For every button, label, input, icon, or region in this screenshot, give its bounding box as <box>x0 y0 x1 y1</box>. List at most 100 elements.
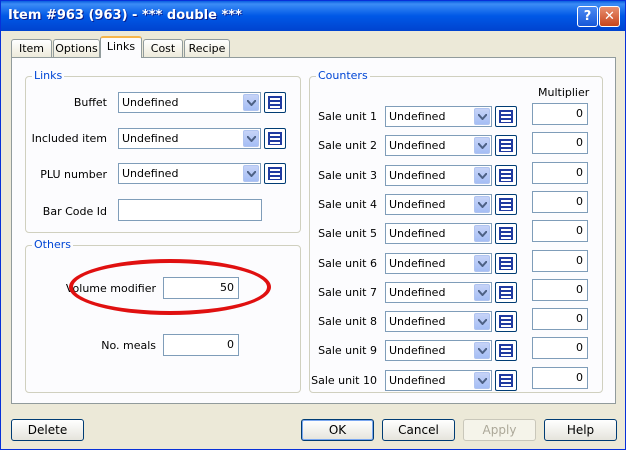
plu-number-list-button[interactable] <box>264 163 286 184</box>
tab-cost[interactable]: Cost <box>143 39 183 58</box>
chevron-down-icon[interactable] <box>474 137 490 154</box>
buffet-label: Buffet <box>73 96 107 109</box>
multiplier-input[interactable]: 0 <box>532 308 588 330</box>
sale-unit-label: Sale unit 3 <box>318 169 377 182</box>
title-bar[interactable]: Item #963 (963) - *** double *** ? ✕ <box>1 1 625 31</box>
list-icon <box>499 286 513 299</box>
tab-options[interactable]: Options <box>53 39 100 58</box>
sale-unit-list-button[interactable] <box>495 370 517 391</box>
buffet-combo[interactable]: Undefined <box>118 92 261 113</box>
tab-item[interactable]: Item <box>11 39 52 58</box>
plu-number-combo-value: Undefined <box>122 167 179 180</box>
sale-unit-list-button[interactable] <box>495 282 517 303</box>
included-item-list-button[interactable] <box>264 128 286 149</box>
included-item-combo-value: Undefined <box>122 132 179 145</box>
list-icon <box>499 374 513 387</box>
chevron-down-icon[interactable] <box>474 196 490 213</box>
sale-unit-label: Sale unit 6 <box>318 257 377 270</box>
chevron-down-icon[interactable] <box>474 313 490 330</box>
sale-unit-combo[interactable]: Undefined <box>385 194 492 215</box>
sale-unit-combo-value: Undefined <box>389 257 446 270</box>
tab-recipe[interactable]: Recipe <box>184 39 230 58</box>
chevron-down-icon[interactable] <box>474 225 490 242</box>
sale-unit-label: Sale unit 1 <box>318 110 377 123</box>
sale-unit-combo[interactable]: Undefined <box>385 340 492 361</box>
sale-unit-combo[interactable]: Undefined <box>385 253 492 274</box>
list-icon <box>499 169 513 182</box>
list-icon <box>499 110 513 123</box>
ok-button[interactable]: OK <box>301 419 374 441</box>
included-item-combo[interactable]: Undefined <box>118 128 261 149</box>
sale-unit-combo-value: Undefined <box>389 344 446 357</box>
chevron-down-icon[interactable] <box>243 94 259 111</box>
chevron-down-icon[interactable] <box>474 284 490 301</box>
list-icon <box>499 139 513 152</box>
sale-unit-combo-value: Undefined <box>389 315 446 328</box>
list-icon <box>499 227 513 240</box>
multiplier-input[interactable]: 0 <box>532 103 588 125</box>
list-icon <box>268 96 282 109</box>
sale-unit-combo-value: Undefined <box>389 286 446 299</box>
multiplier-input[interactable]: 0 <box>532 132 588 154</box>
counters-group-title: Counters <box>316 69 370 82</box>
sale-unit-combo[interactable]: Undefined <box>385 135 492 156</box>
sale-unit-list-button[interactable] <box>495 135 517 156</box>
chevron-down-icon[interactable] <box>474 255 490 272</box>
sale-unit-list-button[interactable] <box>495 253 517 274</box>
list-icon <box>499 257 513 270</box>
chevron-down-icon[interactable] <box>474 167 490 184</box>
no-meals-label: No. meals <box>101 339 156 352</box>
multiplier-input[interactable]: 0 <box>532 191 588 213</box>
sale-unit-list-button[interactable] <box>495 340 517 361</box>
sale-unit-combo[interactable]: Undefined <box>385 370 492 391</box>
list-icon <box>499 198 513 211</box>
no-meals-input[interactable]: 0 <box>163 334 239 356</box>
included-item-label: Included item <box>31 132 107 145</box>
list-icon <box>499 344 513 357</box>
cancel-button[interactable]: Cancel <box>382 419 455 441</box>
item-dialog-window: Item #963 (963) - *** double *** ? ✕ Ite… <box>0 0 626 450</box>
multiplier-input[interactable]: 0 <box>532 250 588 272</box>
sale-unit-list-button[interactable] <box>495 311 517 332</box>
sale-unit-list-button[interactable] <box>495 194 517 215</box>
sale-unit-combo[interactable]: Undefined <box>385 282 492 303</box>
multiplier-input[interactable]: 0 <box>532 279 588 301</box>
others-group-title: Others <box>32 238 73 251</box>
sale-unit-combo[interactable]: Undefined <box>385 165 492 186</box>
sale-unit-combo-value: Undefined <box>389 227 446 240</box>
delete-button[interactable]: Delete <box>11 419 84 441</box>
apply-button: Apply <box>463 419 536 441</box>
sale-unit-label: Sale unit 2 <box>318 139 377 152</box>
titlebar-help-button[interactable]: ? <box>577 6 598 27</box>
sale-unit-list-button[interactable] <box>495 223 517 244</box>
sale-unit-combo-value: Undefined <box>389 169 446 182</box>
multiplier-input[interactable]: 0 <box>532 220 588 242</box>
red-highlight-ellipse <box>69 259 271 315</box>
list-icon <box>499 315 513 328</box>
sale-unit-combo[interactable]: Undefined <box>385 311 492 332</box>
sale-unit-list-button[interactable] <box>495 106 517 127</box>
multiplier-input[interactable]: 0 <box>532 367 588 389</box>
titlebar-close-button[interactable]: ✕ <box>599 6 620 27</box>
tab-links[interactable]: Links <box>100 36 142 58</box>
sale-unit-combo[interactable]: Undefined <box>385 106 492 127</box>
chevron-down-icon[interactable] <box>474 108 490 125</box>
chevron-down-icon[interactable] <box>243 165 259 182</box>
multiplier-input[interactable]: 0 <box>532 337 588 359</box>
window-title: Item #963 (963) - *** double *** <box>8 8 242 23</box>
sale-unit-list-button[interactable] <box>495 165 517 186</box>
chevron-down-icon[interactable] <box>243 130 259 147</box>
sale-unit-label: Sale unit 10 <box>311 374 377 387</box>
sale-unit-combo[interactable]: Undefined <box>385 223 492 244</box>
buffet-list-button[interactable] <box>264 92 286 113</box>
chevron-down-icon[interactable] <box>474 372 490 389</box>
sale-unit-combo-value: Undefined <box>389 110 446 123</box>
multiplier-input[interactable]: 0 <box>532 162 588 184</box>
plu-number-combo[interactable]: Undefined <box>118 163 261 184</box>
buffet-combo-value: Undefined <box>122 96 179 109</box>
sale-unit-combo-value: Undefined <box>389 374 446 387</box>
help-button[interactable]: Help <box>544 419 617 441</box>
bar-code-input[interactable] <box>118 199 262 221</box>
chevron-down-icon[interactable] <box>474 342 490 359</box>
sale-unit-label: Sale unit 8 <box>318 315 377 328</box>
